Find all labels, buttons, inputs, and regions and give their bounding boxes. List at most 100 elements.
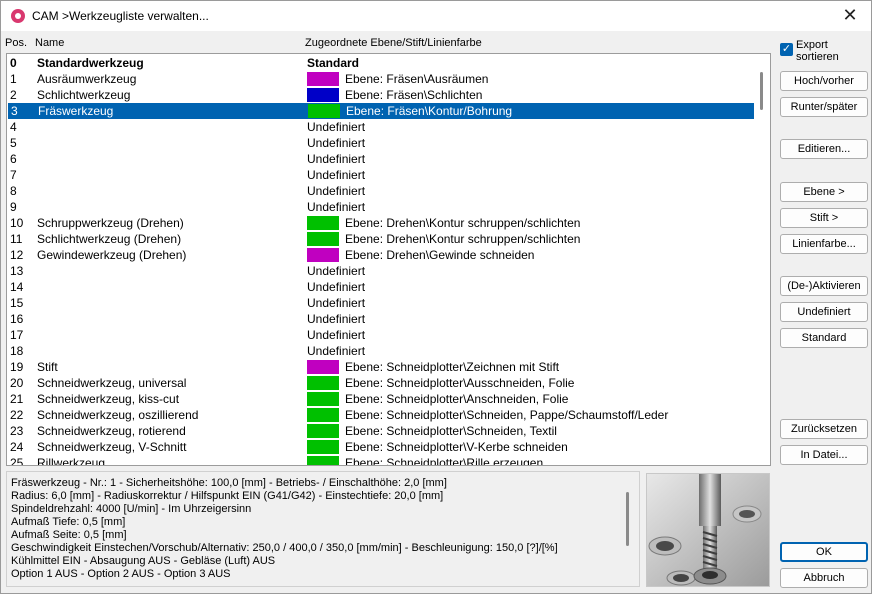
info-line: Geschwindigkeit Einstechen/Vorschub/Alte… (11, 542, 558, 554)
table-row[interactable]: 10 Schruppwerkzeug (Drehen) Ebene: Drehen\… (7, 215, 755, 231)
row-layer-assignment: Undefiniert (307, 120, 366, 134)
set-standard-button[interactable]: Standard (780, 328, 868, 348)
row-layer-assignment: Undefiniert (307, 168, 366, 182)
row-tool-name: Schneidwerkzeug, kiss-cut (37, 392, 180, 406)
table-row[interactable]: 0 Standardwerkzeug Standard (7, 55, 755, 71)
row-position: 14 (10, 280, 24, 294)
row-color-swatch (307, 440, 339, 454)
app-logo-icon (11, 9, 25, 23)
tool-preview-image (646, 473, 770, 587)
table-row[interactable]: 1 Ausräumwerkzeug Ebene: Fräsen\Ausräumen (7, 71, 755, 87)
info-scrollbar-thumb[interactable] (626, 492, 629, 546)
info-line: Spindeldrehzahl: 4000 [U/min] - Im Uhrze… (11, 503, 252, 515)
row-color-swatch (307, 72, 339, 86)
row-position: 0 (10, 56, 17, 70)
cancel-button[interactable]: Abbruch (780, 568, 868, 588)
row-layer-assignment: Ebene: Drehen\Kontur schruppen/schlichte… (345, 232, 581, 246)
table-row[interactable]: 15 Undefiniert (7, 295, 755, 311)
row-position: 19 (10, 360, 24, 374)
row-position: 8 (10, 184, 17, 198)
layer-button[interactable]: Ebene > (780, 182, 868, 202)
table-row[interactable]: 3 Fräswerkzeug Ebene: Fräsen\Kontur/Bohrun… (8, 103, 755, 119)
edit-button[interactable]: Editieren... (780, 139, 868, 159)
table-row[interactable]: 17 Undefiniert (7, 327, 755, 343)
row-color-swatch (307, 216, 339, 230)
table-row[interactable]: 6 Undefiniert (7, 151, 755, 167)
table-row[interactable]: 2 Schlichtwerkzeug Ebene: Fräsen\Schlichte… (7, 87, 755, 103)
table-row[interactable]: 25 Rillwerkzeug Ebene: Schneidplotter\Rill… (7, 455, 755, 466)
row-layer-assignment: Standard (307, 56, 360, 70)
row-position: 16 (10, 312, 24, 326)
table-row[interactable]: 11 Schlichtwerkzeug (Drehen) Ebene: Drehen… (7, 231, 755, 247)
table-row[interactable]: 22 Schneidwerkzeug, oszillierend Ebene: Sc… (7, 407, 755, 423)
row-tool-name: Stift (37, 360, 58, 374)
move-down-button[interactable]: Runter/später (780, 97, 868, 117)
row-color-swatch (307, 232, 339, 246)
move-up-button[interactable]: Hoch/vorher (780, 71, 868, 91)
row-layer-assignment: Ebene: Schneidplotter\Anschneiden, Folie (345, 392, 569, 406)
row-tool-name: Schlichtwerkzeug (Drehen) (37, 232, 182, 246)
row-position: 23 (10, 424, 24, 438)
table-row[interactable]: 20 Schneidwerkzeug, universal Ebene: Schne… (7, 375, 755, 391)
row-tool-name: Gewindewerkzeug (Drehen) (37, 248, 187, 262)
checkbox-check-icon[interactable]: ✓ (780, 43, 793, 56)
info-line: Option 1 AUS - Option 2 AUS - Option 3 A… (11, 568, 231, 580)
row-tool-name: Schlichtwerkzeug (37, 88, 131, 102)
row-position: 17 (10, 328, 24, 342)
save-to-file-button[interactable]: In Datei... (780, 445, 868, 465)
table-row[interactable]: 4 Undefiniert (7, 119, 755, 135)
row-layer-assignment: Ebene: Drehen\Gewinde schneiden (345, 248, 535, 262)
row-position: 1 (10, 72, 17, 86)
info-line: Aufmaß Seite: 0,5 [mm] (11, 529, 127, 541)
close-button[interactable]: ✕ (835, 4, 865, 28)
table-row[interactable]: 16 Undefiniert (7, 311, 755, 327)
table-row[interactable]: 21 Schneidwerkzeug, kiss-cut Ebene: Schnei… (7, 391, 755, 407)
column-header-layer: Zugeordnete Ebene/Stift/Linienfarbe (305, 37, 482, 49)
reset-button[interactable]: Zurücksetzen (780, 419, 868, 439)
row-tool-name: Ausräumwerkzeug (37, 72, 137, 86)
table-row[interactable]: 7 Undefiniert (7, 167, 755, 183)
row-color-swatch (307, 424, 339, 438)
table-row[interactable]: 18 Undefiniert (7, 343, 755, 359)
tool-list[interactable]: 25 Rillwerkzeug Ebene: Schneidplotter\Rill… (6, 53, 771, 466)
row-layer-assignment: Undefiniert (307, 280, 366, 294)
pen-button[interactable]: Stift > (780, 208, 868, 228)
table-row[interactable]: 5 Undefiniert (7, 135, 755, 151)
row-tool-name: Fräswerkzeug (38, 104, 114, 118)
row-layer-assignment: Ebene: Fräsen\Schlichten (345, 88, 483, 102)
column-header-name: Name (35, 37, 65, 49)
ok-button[interactable]: OK (780, 542, 868, 562)
list-scrollbar[interactable] (754, 54, 770, 465)
table-row[interactable]: 13 Undefiniert (7, 263, 755, 279)
table-row[interactable]: 12 Gewindewerkzeug (Drehen) Ebene: Drehen\… (7, 247, 755, 263)
row-tool-name: Schneidwerkzeug, V-Schnitt (37, 440, 187, 454)
set-undefined-button[interactable]: Undefiniert (780, 302, 868, 322)
table-row[interactable]: 9 Undefiniert (7, 199, 755, 215)
toggle-active-button[interactable]: (De-)Aktivieren (780, 276, 868, 296)
line-color-button[interactable]: Linienfarbe... (780, 234, 868, 254)
table-row[interactable]: 23 Schneidwerkzeug, rotierend Ebene: Schne… (7, 423, 755, 439)
table-row[interactable]: 24 Schneidwerkzeug, V-Schnitt Ebene: Schne… (7, 439, 755, 455)
row-layer-assignment: Undefiniert (307, 152, 366, 166)
row-position: 2 (10, 88, 17, 102)
row-position: 9 (10, 200, 17, 214)
row-layer-assignment: Undefiniert (307, 344, 366, 358)
row-position: 5 (10, 136, 17, 150)
row-layer-assignment: Undefiniert (307, 136, 366, 150)
row-layer-assignment: Undefiniert (307, 264, 366, 278)
row-layer-assignment: Ebene: Drehen\Kontur schruppen/schlichte… (345, 216, 581, 230)
row-position: 10 (10, 216, 24, 230)
row-layer-assignment: Undefiniert (307, 296, 366, 310)
row-layer-assignment: Undefiniert (307, 328, 366, 342)
table-row[interactable]: 14 Undefiniert (7, 279, 755, 295)
tool-info-panel: Fräswerkzeug - Nr.: 1 - Sicherheitshöhe:… (6, 471, 640, 587)
row-layer-assignment: Undefiniert (307, 312, 366, 326)
export-sort-label: Export sortieren (796, 39, 839, 63)
table-row[interactable]: 19 Stift Ebene: Schneidplotter\Zeichnen mi… (7, 359, 755, 375)
row-tool-name: Schneidwerkzeug, rotierend (37, 424, 186, 438)
info-line: Kühlmittel EIN - Absaugung AUS - Gebläse… (11, 555, 276, 567)
table-row[interactable]: 8 Undefiniert (7, 183, 755, 199)
row-tool-name: Rillwerkzeug (37, 456, 106, 466)
info-line: Aufmaß Tiefe: 0,5 [mm] (11, 516, 126, 528)
scrollbar-thumb[interactable] (760, 72, 763, 110)
